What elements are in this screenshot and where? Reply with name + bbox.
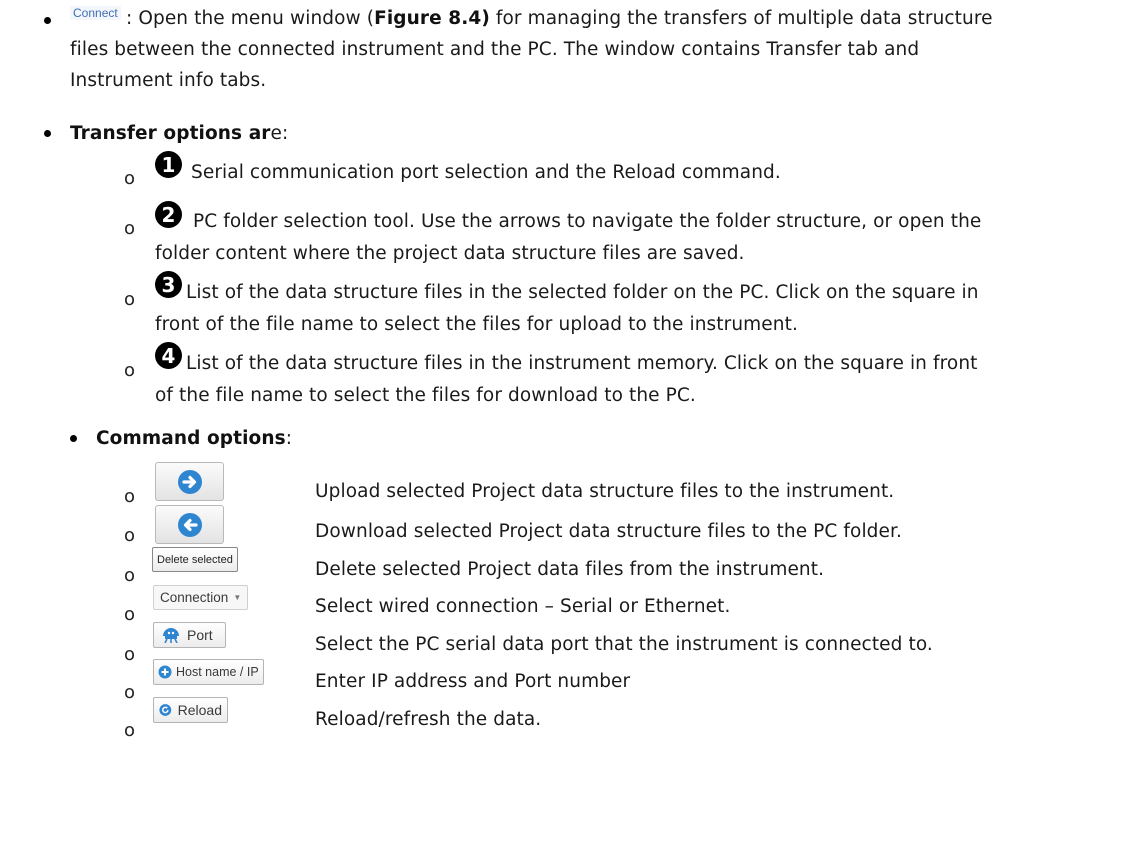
reload-icon (159, 704, 172, 716)
bullet (70, 435, 77, 442)
reload-button: Reload (153, 697, 228, 723)
delete-selected-button: Delete selected (152, 547, 238, 572)
sub-bullet: o (124, 168, 136, 189)
figure-reference: Figure 8.4) (374, 8, 490, 29)
sub-bullet: o (124, 720, 136, 741)
command-heading: Command options: (96, 428, 293, 449)
intro-text-cont: for managing the transfers of multiple d… (489, 8, 993, 29)
intro-text: : Open the menu window ( (126, 8, 375, 29)
sub-bullet: o (124, 604, 136, 625)
number-2-icon: 2 (155, 201, 182, 228)
reload-description: Reload/refresh the data. (315, 709, 542, 730)
caret-down-icon: ▼ (233, 593, 242, 602)
transfer-heading: Transfer options are: (70, 123, 289, 144)
arrow-left-circle-icon (177, 512, 202, 537)
port-icon (163, 628, 179, 643)
transfer-item-2: PC folder selection tool. Use the arrows… (193, 211, 982, 232)
delete-description: Delete selected Project data files from … (315, 559, 825, 580)
number-1-icon: 1 (155, 151, 182, 178)
sub-bullet: o (124, 486, 136, 507)
bullet (44, 130, 51, 137)
intro-line-2: files between the connected instrument a… (70, 39, 920, 60)
transfer-item-3-line2: front of the file name to select the fil… (155, 314, 798, 335)
connection-description: Select wired connection – Serial or Ethe… (315, 596, 731, 617)
host-name-ip-button: Host name / IP (153, 659, 264, 685)
sub-bullet: o (124, 289, 136, 310)
transfer-item-4-line2: of the file name to select the files for… (155, 385, 696, 406)
port-button: Port (153, 622, 226, 648)
connection-dropdown: Connection ▼ (153, 585, 249, 610)
plus-circle-icon (158, 665, 172, 679)
port-description: Select the PC serial data port that the … (315, 634, 933, 655)
sub-bullet: o (124, 525, 136, 546)
transfer-item-2-line2: folder content where the project data st… (155, 243, 745, 264)
number-4-icon: 4 (155, 342, 182, 369)
intro-paragraph: : Open the menu window (Figure 8.4) for … (70, 3, 1130, 96)
bullet (44, 17, 51, 24)
upload-button (155, 462, 224, 501)
number-3-icon: 3 (155, 271, 182, 298)
intro-line-3: Instrument info tabs. (70, 70, 267, 91)
sub-bullet: o (124, 218, 136, 239)
download-button (155, 505, 224, 544)
host-description: Enter IP address and Port number (315, 671, 631, 692)
download-description: Download selected Project data structure… (315, 521, 902, 542)
arrow-right-circle-icon (177, 469, 202, 494)
upload-description: Upload selected Project data structure f… (315, 481, 895, 502)
transfer-item-1: Serial communication port selection and … (191, 162, 781, 183)
sub-bullet: o (124, 565, 136, 586)
transfer-item-4: List of the data structure files in the … (186, 353, 978, 374)
sub-bullet: o (124, 644, 136, 665)
transfer-item-3: List of the data structure files in the … (186, 282, 979, 303)
sub-bullet: o (124, 682, 136, 703)
sub-bullet: o (124, 360, 136, 381)
